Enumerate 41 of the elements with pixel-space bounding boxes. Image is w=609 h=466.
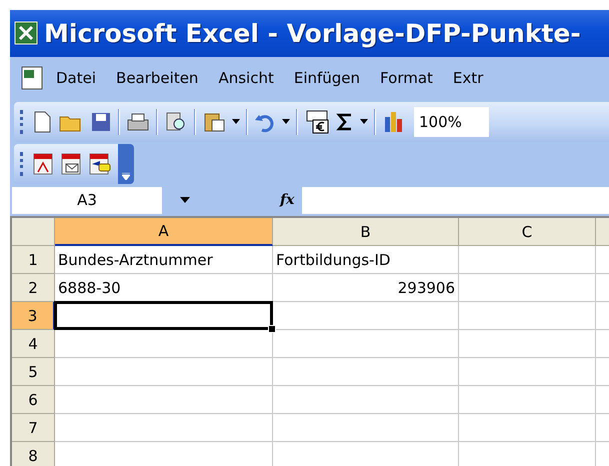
menu-item[interactable]: Einfügen — [284, 69, 370, 88]
name-box[interactable]: A3 — [12, 186, 162, 214]
table-cell[interactable]: Bundes-Arztnummer — [55, 246, 272, 273]
function-label[interactable]: fx — [280, 192, 294, 208]
menu-item[interactable]: Extr — [442, 69, 494, 88]
dropdown-arrow-icon[interactable] — [360, 119, 368, 124]
euro-icon[interactable] — [304, 108, 330, 135]
pdf-comment-icon[interactable] — [88, 152, 112, 176]
formula-input[interactable] — [302, 186, 609, 214]
table-cell[interactable]: 6888-30 — [55, 274, 272, 301]
row-header[interactable]: 2 — [12, 274, 55, 302]
sigma-icon[interactable] — [336, 112, 354, 132]
pdf-mail-icon[interactable] — [60, 152, 82, 176]
table-cell[interactable]: Fortbildungs-ID — [273, 246, 458, 273]
column-header[interactable]: B — [273, 218, 459, 246]
row-header[interactable]: 3 — [12, 302, 55, 330]
table-cell[interactable]: 293906 — [273, 274, 458, 301]
pdf-document-icon[interactable] — [32, 152, 54, 176]
print-icon[interactable] — [126, 110, 150, 133]
row-header[interactable]: 1 — [12, 246, 55, 274]
dropdown-arrow-icon[interactable] — [232, 119, 240, 124]
excel-logo-icon — [14, 21, 38, 46]
menu-item[interactable]: Bearbeiten — [106, 69, 208, 88]
row-header[interactable]: 8 — [12, 442, 55, 466]
row-header[interactable]: 5 — [12, 358, 55, 386]
row-header[interactable]: 6 — [12, 386, 55, 414]
row-header[interactable]: 7 — [12, 414, 55, 442]
save-icon[interactable] — [90, 110, 112, 133]
row-header[interactable]: 4 — [12, 330, 55, 358]
dropdown-arrow-icon[interactable] — [180, 197, 190, 204]
dropdown-arrow-icon[interactable] — [282, 119, 290, 124]
fill-handle[interactable] — [268, 325, 276, 333]
menu-item[interactable]: Format — [370, 69, 443, 88]
column-header[interactable]: C — [459, 218, 596, 246]
toolbar-options-chevron[interactable] — [118, 144, 134, 184]
new-document-icon[interactable] — [32, 110, 52, 133]
column-header[interactable]: A — [55, 218, 273, 246]
menu-item[interactable]: Datei — [46, 69, 106, 88]
menu-item[interactable]: Ansicht — [208, 69, 284, 88]
zoom-field[interactable]: 100% — [414, 106, 489, 137]
window-title: Microsoft Excel - Vorlage-DFP-Punkte- — [44, 18, 581, 48]
